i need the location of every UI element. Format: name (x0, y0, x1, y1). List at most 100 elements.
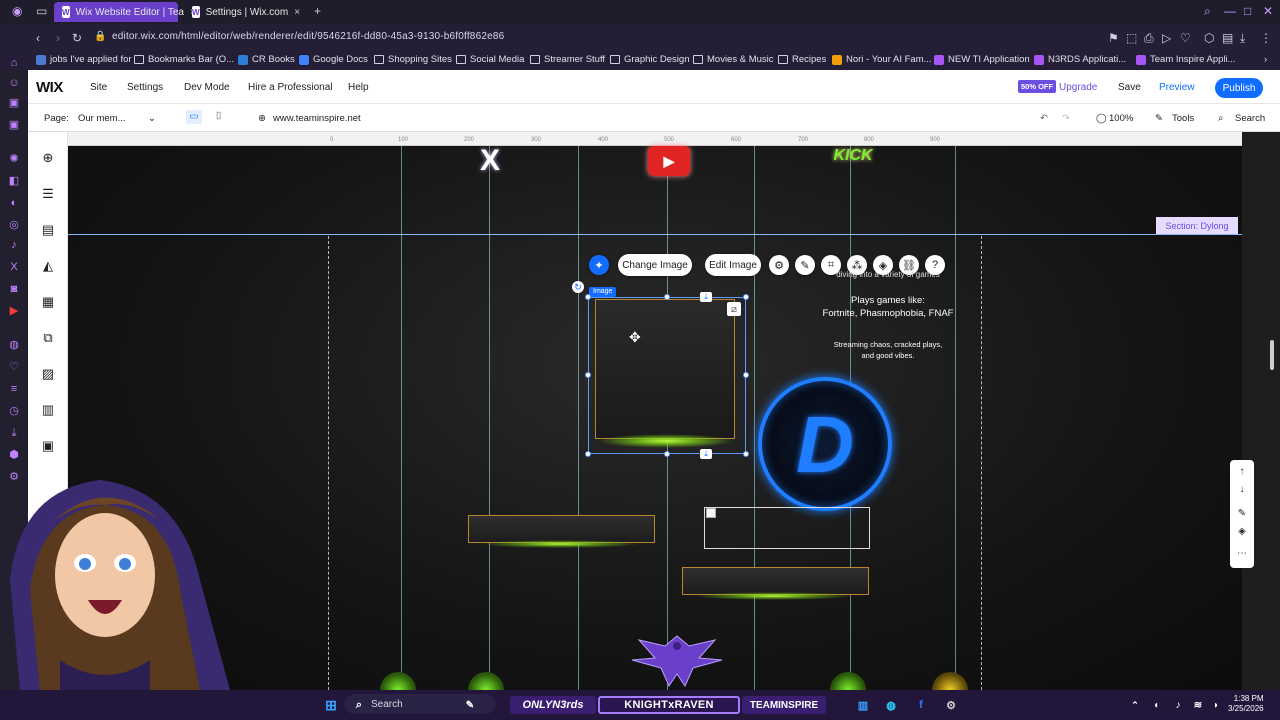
settings-icon[interactable]: ⚙ (769, 255, 789, 275)
user-icon[interactable]: ☺ (7, 76, 21, 90)
teaminspire-app[interactable]: TEAMINSPIRE (742, 696, 826, 714)
button-frame[interactable] (468, 515, 655, 543)
bookmark-item[interactable]: Graphic Design (610, 54, 689, 65)
extensions-icon[interactable]: ⬡ (1204, 31, 1214, 45)
heart-icon[interactable]: ♡ (7, 360, 21, 374)
tiktok-icon[interactable]: ♪ (7, 238, 21, 252)
cms-icon[interactable]: ▥ (40, 402, 56, 418)
resize-handle[interactable] (585, 451, 591, 457)
chatgpt-icon[interactable]: ✺ (7, 152, 21, 166)
app-icon[interactable]: ▣ (7, 96, 21, 110)
resize-handle[interactable] (743, 451, 749, 457)
history-icon[interactable]: ◷ (7, 404, 21, 418)
play-icon[interactable]: ▷ (1162, 31, 1171, 45)
bookmark-icon[interactable]: ⎙ (1144, 31, 1154, 46)
stretch-bottom-icon[interactable]: ⤓ (700, 449, 712, 459)
bookmark-item[interactable]: Google Docs (299, 54, 368, 65)
bookmark-item[interactable]: NEW TI Application (934, 54, 1030, 65)
bookmark-item[interactable]: Movies & Music (693, 54, 774, 65)
download-icon[interactable]: ⤓ (1240, 31, 1245, 46)
chevron-down-icon[interactable]: ⌄ (148, 113, 156, 124)
reload-icon[interactable]: ↻ (72, 31, 82, 45)
ai-icon[interactable]: ✦ (589, 255, 609, 275)
app-icon[interactable]: ▥ (856, 696, 870, 714)
messenger-icon[interactable]: ◐ (7, 196, 21, 210)
preview-button[interactable]: Preview (1159, 82, 1195, 93)
move-down-icon[interactable]: ↓ (1236, 484, 1248, 496)
app-icon[interactable]: ▣ (7, 118, 21, 132)
instagram-icon[interactable]: ◎ (7, 218, 21, 232)
menu-help[interactable]: Help (348, 82, 369, 93)
tab-list-icon[interactable]: ▭ (36, 4, 47, 18)
x-icon[interactable]: X (7, 260, 21, 274)
section-label[interactable]: Section: Dylong (1156, 217, 1238, 234)
bookmark-item[interactable]: CR Books (238, 54, 295, 65)
business-apps-icon[interactable]: ⧉ (40, 330, 56, 346)
maximize-icon[interactable]: □ (1244, 4, 1251, 18)
rotate-handle-icon[interactable]: ↻ (572, 281, 584, 293)
search-icon[interactable]: ⌕ (1218, 113, 1223, 124)
bookmark-item[interactable]: Streamer Stuff (530, 54, 605, 65)
resize-handle[interactable] (743, 372, 749, 378)
image-placeholder[interactable] (704, 507, 870, 549)
x-social-icon[interactable]: X (472, 144, 508, 178)
bookmark-item[interactable]: Bookmarks Bar (O... (134, 54, 234, 65)
publish-button[interactable]: Publish (1215, 78, 1263, 98)
sidebar-icon[interactable]: ▤ (1222, 31, 1233, 45)
upgrade-button[interactable]: Upgrade (1059, 82, 1097, 93)
design-icon[interactable]: ◭ (40, 258, 56, 274)
tab-wix-editor[interactable]: W Wix Website Editor | Tea × (54, 2, 196, 22)
resize-handle[interactable] (585, 294, 591, 300)
add-elements-icon[interactable]: ⊕ (40, 150, 56, 166)
scrollbar[interactable] (1270, 340, 1274, 370)
resize-handle[interactable] (664, 294, 670, 300)
more-icon[interactable]: ⋮ (1260, 31, 1272, 45)
add-section-icon[interactable]: ☰ (40, 186, 56, 202)
wifi-icon[interactable]: ≋ (1192, 696, 1204, 714)
media-icon[interactable]: ▨ (40, 366, 56, 382)
list-icon[interactable]: ≡ (7, 382, 21, 396)
bookmark-item[interactable]: Shopping Sites (374, 54, 452, 65)
twitch-icon[interactable]: ◧ (7, 174, 21, 188)
tools-icon[interactable]: ✎ (1155, 113, 1163, 124)
site-url[interactable]: www.teaminspire.net (273, 113, 361, 124)
app-icon[interactable]: ◍ (884, 696, 898, 714)
bookmark-item[interactable]: Social Media (456, 54, 524, 65)
menu-dev-mode[interactable]: Dev Mode (184, 82, 230, 93)
crop-overlay-icon[interactable]: ⧄ (727, 302, 741, 316)
url-field[interactable]: editor.wix.com/html/editor/web/renderer/… (112, 31, 504, 42)
youtube-icon[interactable]: ▶ (7, 304, 21, 318)
stretch-top-icon[interactable]: ⤓ (700, 292, 712, 302)
pencil-icon[interactable]: ✎ (795, 255, 815, 275)
more-bookmarks-icon[interactable]: › (1264, 54, 1267, 65)
settings-icon[interactable]: ⚙ (944, 696, 958, 714)
layers-icon[interactable]: ◈ (1236, 526, 1248, 538)
menu-site[interactable]: Site (90, 82, 107, 93)
button-frame[interactable] (682, 567, 869, 595)
plays-heading[interactable]: Plays games like: (820, 295, 956, 306)
change-image-button[interactable]: Change Image (618, 254, 692, 276)
mobile-view-icon[interactable]: ▯ (216, 110, 221, 121)
browser-menu-icon[interactable]: ◉ (12, 4, 22, 18)
edit-image-button[interactable]: Edit Image (705, 254, 761, 276)
download-icon[interactable]: ⤓ (7, 426, 21, 440)
save-button[interactable]: Save (1118, 82, 1141, 93)
mic-icon[interactable]: ♪ (1172, 696, 1184, 714)
kick-social-icon[interactable]: KICK (826, 144, 880, 168)
bookmark-item[interactable]: Recipes (778, 54, 826, 65)
streaming-text-2[interactable]: and good vibes. (820, 351, 956, 360)
minimize-icon[interactable]: — (1224, 4, 1236, 18)
onlynerds-app[interactable]: ONLYN3rds (510, 696, 596, 714)
zoom-icon[interactable]: ◯ (1096, 113, 1107, 124)
tools-button[interactable]: Tools (1172, 113, 1194, 124)
windows-start-icon[interactable]: ⊞ (322, 696, 340, 714)
screenshot-icon[interactable]: ⬚ (1126, 31, 1137, 45)
zoom-level[interactable]: 100% (1109, 113, 1133, 124)
menu-hire-professional[interactable]: Hire a Professional (248, 82, 332, 93)
close-tab-icon[interactable]: × (294, 7, 300, 18)
move-up-icon[interactable]: ↑ (1236, 466, 1248, 478)
streaming-text-1[interactable]: Streaming chaos, cracked plays, (820, 340, 956, 349)
desktop-view-icon[interactable]: ▭ (186, 110, 202, 124)
menu-settings[interactable]: Settings (127, 82, 163, 93)
portfolio-icon[interactable]: ▣ (40, 438, 56, 454)
